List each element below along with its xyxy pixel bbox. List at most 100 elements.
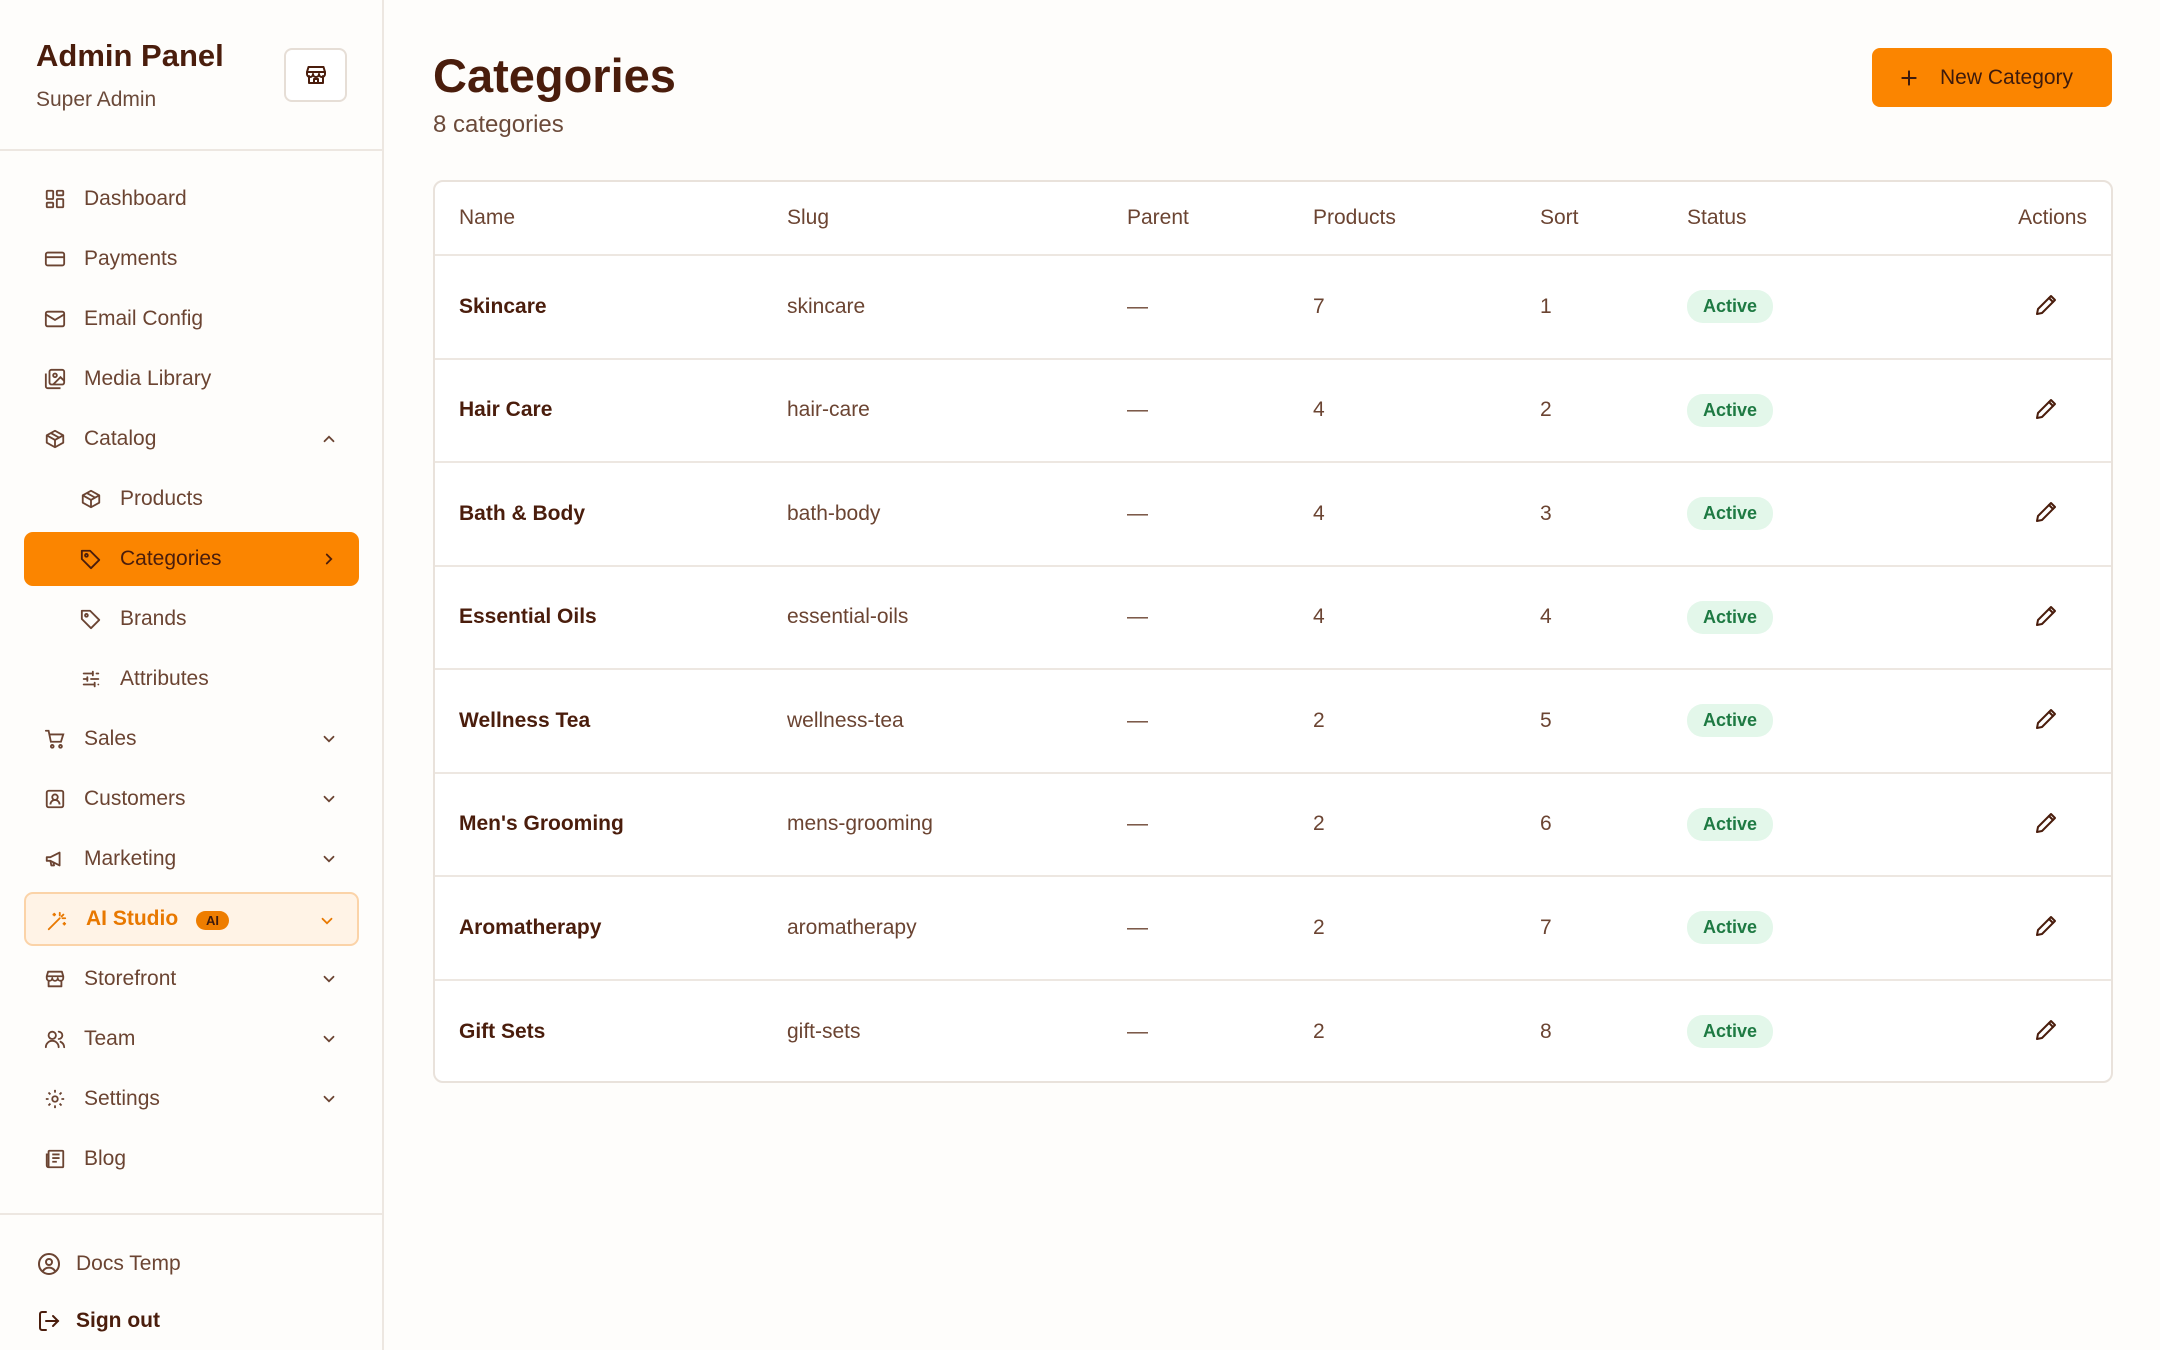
- sidebar-item-storefront[interactable]: Storefront: [24, 952, 359, 1006]
- chevron-down-icon: [323, 855, 335, 863]
- table-header-row: Name Slug Parent Products Sort Status Ac…: [435, 182, 2111, 256]
- pencil-icon: [2036, 709, 2056, 730]
- new-category-button[interactable]: New Category: [1872, 48, 2112, 107]
- sidebar-item-label: Settings: [84, 1087, 160, 1110]
- users-icon: [44, 1030, 66, 1049]
- sidebar-item-products[interactable]: Products: [24, 472, 359, 526]
- sidebar-item-email-config[interactable]: Email Config: [24, 292, 359, 346]
- column-header-parent[interactable]: Parent: [1127, 182, 1313, 256]
- sidebar-item-team[interactable]: Team: [24, 1012, 359, 1066]
- actions-cell: [1927, 772, 2111, 877]
- category-count: 8 categories: [433, 111, 564, 138]
- chevron-down-icon: [323, 735, 335, 743]
- sign-out-button[interactable]: Sign out: [36, 1308, 160, 1334]
- table-row[interactable]: Aromatherapy aromatherapy — 2 7 Active: [435, 876, 2111, 981]
- status-cell: Active: [1687, 358, 1927, 463]
- sidebar-item-payments[interactable]: Payments: [24, 232, 359, 286]
- category-sort: 8: [1540, 1019, 1552, 1043]
- box-icon: [45, 429, 65, 449]
- table-row[interactable]: Men's Grooming mens-grooming — 2 6 Activ…: [435, 772, 2111, 877]
- user-profile-link[interactable]: Docs Temp: [36, 1251, 181, 1277]
- table-row[interactable]: Essential Oils essential-oils — 4 4 Acti…: [435, 565, 2111, 670]
- chevron-down-icon: [323, 975, 335, 983]
- sidebar-item-label: Storefront: [84, 967, 177, 990]
- edit-button[interactable]: [2031, 911, 2061, 941]
- chevron-down-icon: [323, 1095, 335, 1103]
- new-category-label: New Category: [1940, 65, 2074, 89]
- chevron-down-icon: [323, 795, 335, 803]
- category-sort: 3: [1540, 462, 1687, 567]
- column-header-sort[interactable]: Sort: [1540, 182, 1687, 256]
- column-header-status[interactable]: Status: [1687, 182, 1927, 256]
- category-products: 4: [1313, 462, 1540, 567]
- megaphone-icon: [45, 851, 61, 867]
- category-parent: —: [1127, 772, 1313, 877]
- categories-table: Name Slug Parent Products Sort Status Ac…: [433, 180, 2113, 1083]
- view-store-button[interactable]: [284, 48, 347, 102]
- column-header-slug[interactable]: Slug: [787, 182, 1127, 256]
- edit-button[interactable]: [2031, 808, 2061, 838]
- category-parent: —: [1127, 876, 1313, 981]
- status-badge: Active: [1687, 497, 1774, 531]
- sidebar-item-dashboard[interactable]: Dashboard: [24, 172, 359, 226]
- category-sort: 1: [1540, 255, 1687, 360]
- actions-cell: [1927, 980, 2111, 1082]
- edit-button[interactable]: [2031, 290, 2061, 320]
- column-header-actions: Actions: [1927, 182, 2111, 256]
- status-badge: Active: [1687, 1015, 1774, 1049]
- edit-button[interactable]: [2031, 394, 2061, 424]
- sliders-icon: [82, 670, 100, 688]
- category-slug: skincare: [787, 255, 1127, 360]
- mail-icon: [44, 310, 66, 328]
- sidebar-item-settings[interactable]: Settings: [24, 1072, 359, 1126]
- user-circle-icon: [38, 1253, 60, 1275]
- store-icon: [305, 66, 326, 84]
- sidebar-item-label: Catalog: [84, 427, 157, 450]
- table-row[interactable]: Skincare skincare — 7 1 Active: [435, 255, 2111, 360]
- status-cell: Active: [1687, 980, 1927, 1082]
- category-products: 2: [1313, 669, 1540, 774]
- sidebar-item-label: Sales: [84, 727, 137, 750]
- category-parent: —: [1127, 462, 1313, 567]
- sidebar-item-customers[interactable]: Customers: [24, 772, 359, 826]
- sidebar-item-label: Team: [84, 1027, 136, 1050]
- edit-button[interactable]: [2031, 704, 2061, 734]
- category-sort: 6: [1540, 772, 1687, 877]
- column-header-name[interactable]: Name: [435, 182, 787, 256]
- edit-button[interactable]: [2031, 497, 2061, 527]
- chevron-right-icon: [325, 553, 333, 565]
- category-name: Aromatherapy: [435, 876, 787, 981]
- sidebar-item-attributes[interactable]: Attributes: [24, 652, 359, 706]
- sidebar-item-ai-studio[interactable]: AI Studio AI: [24, 892, 359, 946]
- column-header-products[interactable]: Products: [1313, 182, 1540, 256]
- ai-badge: AI: [196, 911, 229, 930]
- category-sort: 2: [1540, 358, 1687, 463]
- category-name: Essential Oils: [435, 565, 787, 670]
- table-row[interactable]: Gift Sets gift-sets — 2 8 Active: [435, 980, 2111, 1082]
- status-badge: Active: [1687, 600, 1774, 634]
- table-row[interactable]: Hair Care hair-care — 4 2 Active: [435, 358, 2111, 463]
- pencil-icon: [2036, 398, 2056, 419]
- sidebar-item-blog[interactable]: Blog: [24, 1132, 359, 1186]
- sidebar-item-label: Customers: [84, 787, 186, 810]
- category-name: Hair Care: [435, 358, 787, 463]
- table-row[interactable]: Bath & Body bath-body — 4 3 Active: [435, 462, 2111, 567]
- sidebar-item-media-library[interactable]: Media Library: [24, 352, 359, 406]
- sidebar-item-label: Brands: [120, 607, 187, 630]
- sidebar-item-sales[interactable]: Sales: [24, 712, 359, 766]
- edit-button[interactable]: [2031, 601, 2061, 631]
- status-cell: Active: [1687, 669, 1927, 774]
- newspaper-icon: [45, 1149, 65, 1169]
- actions-cell: [1927, 358, 2111, 463]
- category-name: Gift Sets: [459, 1019, 546, 1043]
- sidebar-item-label: Marketing: [84, 847, 177, 870]
- sidebar-item-categories[interactable]: Categories: [24, 532, 359, 586]
- sidebar-item-marketing[interactable]: Marketing: [24, 832, 359, 886]
- sidebar-item-label: Email Config: [84, 307, 204, 330]
- category-slug: aromatherapy: [787, 876, 1127, 981]
- sidebar-item-catalog[interactable]: Catalog: [24, 412, 359, 466]
- table-row[interactable]: Wellness Tea wellness-tea — 2 5 Active: [435, 669, 2111, 774]
- edit-button[interactable]: [2031, 1015, 2061, 1045]
- category-parent: —: [1127, 1019, 1148, 1043]
- sidebar-item-brands[interactable]: Brands: [24, 592, 359, 646]
